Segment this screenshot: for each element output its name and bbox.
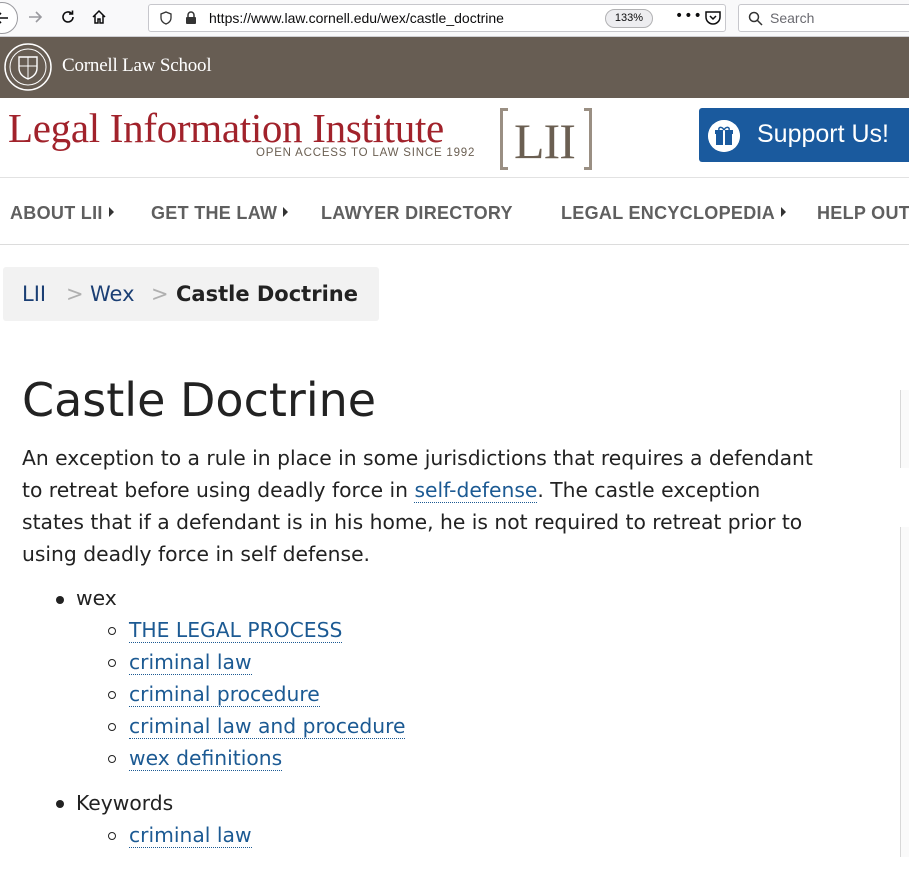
wex-link-criminal-procedure[interactable]: criminal procedure [129, 682, 320, 707]
definition-text: An exception to a rule in place in some … [22, 442, 872, 570]
nav-help-out[interactable]: HELP OUT [817, 203, 909, 224]
zoom-level-badge[interactable]: 133% [605, 9, 653, 28]
breadcrumb: LII > Wex > Castle Doctrine [3, 267, 379, 321]
pocket-icon[interactable] [704, 9, 722, 27]
definition-line: using deadly force in self defense. [22, 542, 370, 566]
lii-logo-text: LII [514, 113, 576, 169]
side-panel-edge [900, 390, 909, 468]
site-tagline: OPEN ACCESS TO LAW SINCE 1992 [256, 147, 476, 159]
url-bar[interactable]: https://www.law.cornell.edu/wex/castle_d… [148, 4, 726, 32]
bullet-icon [56, 800, 64, 808]
wex-link-wex-definitions[interactable]: wex definitions [129, 746, 283, 771]
reload-icon [62, 10, 74, 23]
browser-search-box[interactable]: Search [738, 4, 909, 32]
lii-logo[interactable]: LII [500, 108, 592, 172]
caret-right-icon [283, 207, 289, 217]
nav-lawyer-directory[interactable]: LAWYER DIRECTORY [321, 203, 513, 224]
search-placeholder: Search [770, 10, 815, 26]
caret-right-icon [108, 207, 114, 217]
support-us-label: Support Us! [757, 120, 890, 148]
wex-link-legal-process[interactable]: THE LEGAL PROCESS [129, 618, 343, 643]
nav-get-the-law[interactable]: GET THE LAW [151, 203, 289, 224]
gift-icon [708, 120, 740, 152]
shield-icon[interactable] [159, 11, 173, 25]
page-actions-icon[interactable]: ••• [675, 8, 703, 24]
circle-bullet-icon [108, 691, 116, 699]
back-button[interactable] [0, 2, 18, 34]
cornell-bar: Cornell Law School [0, 37, 909, 98]
breadcrumb-lii-link[interactable]: LII [22, 282, 46, 306]
forward-button[interactable] [22, 4, 48, 30]
definition-segment: to retreat before using deadly force in [22, 478, 415, 502]
home-icon [92, 9, 106, 24]
logo-bracket-right [584, 108, 592, 170]
nav-label: LAWYER DIRECTORY [321, 203, 513, 223]
site-title[interactable]: Legal Information Institute [8, 104, 444, 152]
side-panel-edge [900, 527, 909, 857]
circle-bullet-icon [108, 627, 116, 635]
cornell-school-name[interactable]: Cornell Law School [62, 55, 212, 77]
breadcrumb-current: Castle Doctrine [176, 282, 358, 306]
reload-button[interactable] [55, 4, 81, 30]
definition-line: states that if a defendant is in his hom… [22, 510, 803, 534]
breadcrumb-wex-link[interactable]: Wex [90, 282, 135, 306]
keyword-link-criminal-law[interactable]: criminal law [129, 823, 252, 848]
bullet-icon [56, 596, 64, 604]
back-arrow-icon [0, 12, 8, 24]
wex-category-label: wex [76, 586, 117, 610]
forward-arrow-icon [29, 11, 43, 23]
definition-segment: . The castle exception [537, 478, 761, 502]
wex-link-criminal-law-and-procedure[interactable]: criminal law and procedure [129, 714, 406, 739]
nav-about-lii[interactable]: ABOUT LII [10, 203, 114, 224]
home-button[interactable] [86, 4, 112, 30]
nav-legal-encyclopedia[interactable]: LEGAL ENCYCLOPEDIA [561, 203, 787, 224]
nav-label: HELP OUT [817, 203, 909, 223]
circle-bullet-icon [108, 832, 116, 840]
support-us-button[interactable]: Support Us! [699, 108, 909, 162]
browser-toolbar: https://www.law.cornell.edu/wex/castle_d… [0, 0, 909, 37]
nav-label: ABOUT LII [10, 203, 103, 223]
url-text[interactable]: https://www.law.cornell.edu/wex/castle_d… [209, 10, 504, 26]
page-title: Castle Doctrine [22, 373, 377, 427]
cornell-seal-icon[interactable] [3, 42, 53, 92]
definition-line: An exception to a rule in place in some … [22, 446, 813, 470]
caret-right-icon [781, 207, 787, 217]
self-defense-link[interactable]: self-defense [414, 478, 538, 503]
nav-label: GET THE LAW [151, 203, 278, 223]
nav-label: LEGAL ENCYCLOPEDIA [561, 203, 776, 223]
breadcrumb-separator: > [151, 282, 169, 306]
definition-line: to retreat before using deadly force in … [22, 474, 872, 506]
lock-icon[interactable] [185, 11, 197, 25]
logo-bracket-left [500, 108, 508, 170]
circle-bullet-icon [108, 723, 116, 731]
main-nav: ABOUT LII GET THE LAW LAWYER DIRECTORY L… [0, 177, 909, 245]
breadcrumb-separator: > [66, 282, 84, 306]
circle-bullet-icon [108, 755, 116, 763]
search-icon [748, 11, 763, 26]
wex-link-criminal-law[interactable]: criminal law [129, 650, 252, 675]
keywords-label: Keywords [76, 791, 174, 815]
circle-bullet-icon [108, 659, 116, 667]
